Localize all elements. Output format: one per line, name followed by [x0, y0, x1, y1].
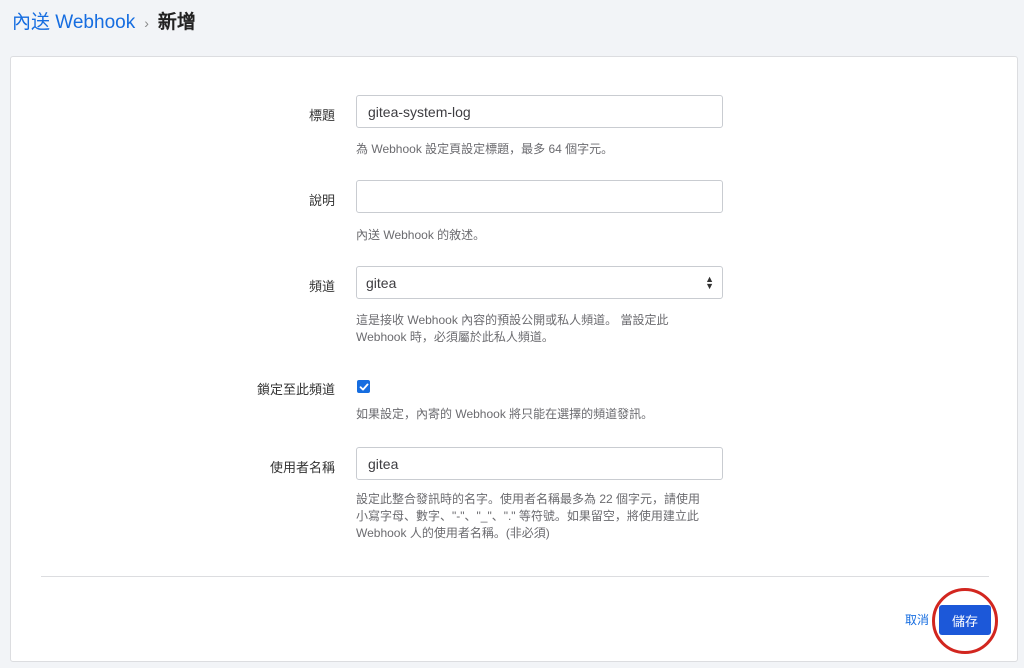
title-input[interactable] — [356, 95, 723, 128]
channel-help-text: 這是接收 Webhook 內容的預設公開或私人頻道。 當設定此 Webhook … — [356, 313, 669, 344]
select-arrows-icon: ▲ ▼ — [705, 273, 714, 291]
username-input[interactable] — [356, 447, 723, 480]
page-title: 新增 — [157, 12, 196, 33]
breadcrumb-incoming-webhooks-link[interactable]: 內送 Webhook — [12, 10, 135, 36]
title-help-text: 為 Webhook 設定頁設定標題，最多 64 個字元。 — [356, 142, 614, 156]
lock-channel-help-text: 如果設定，內寄的 Webhook 將只能在選擇的頻道發訊。 — [356, 407, 654, 421]
description-help-text: 內送 Webhook 的敘述。 — [356, 228, 486, 242]
description-label: 說明 — [308, 193, 335, 208]
form-divider — [41, 576, 989, 577]
webhook-form-card: 標題 為 Webhook 設定頁設定標題，最多 64 個字元。 說明 內送 We… — [10, 56, 1018, 662]
username-label: 使用者名稱 — [269, 460, 335, 475]
username-help-text: 設定此整合發訊時的名字。使用者名稱最多為 22 個字元，請使用小寫字母、數字、"… — [356, 492, 701, 540]
title-label: 標題 — [308, 108, 335, 123]
chevron-right-icon: › — [144, 15, 149, 31]
channel-select[interactable]: gitea ▲ ▼ — [356, 266, 723, 299]
cancel-link[interactable]: 取消 — [905, 611, 929, 628]
lock-channel-checkbox[interactable] — [357, 380, 370, 393]
save-button[interactable]: 儲存 — [939, 605, 991, 635]
channel-label: 頻道 — [308, 279, 335, 294]
channel-selected-value: gitea — [366, 274, 397, 291]
checkmark-icon — [359, 383, 368, 390]
description-input[interactable] — [356, 180, 723, 213]
lock-channel-label: 鎖定至此頻道 — [256, 382, 335, 397]
breadcrumb: 內送 Webhook › 新增 — [12, 10, 196, 36]
